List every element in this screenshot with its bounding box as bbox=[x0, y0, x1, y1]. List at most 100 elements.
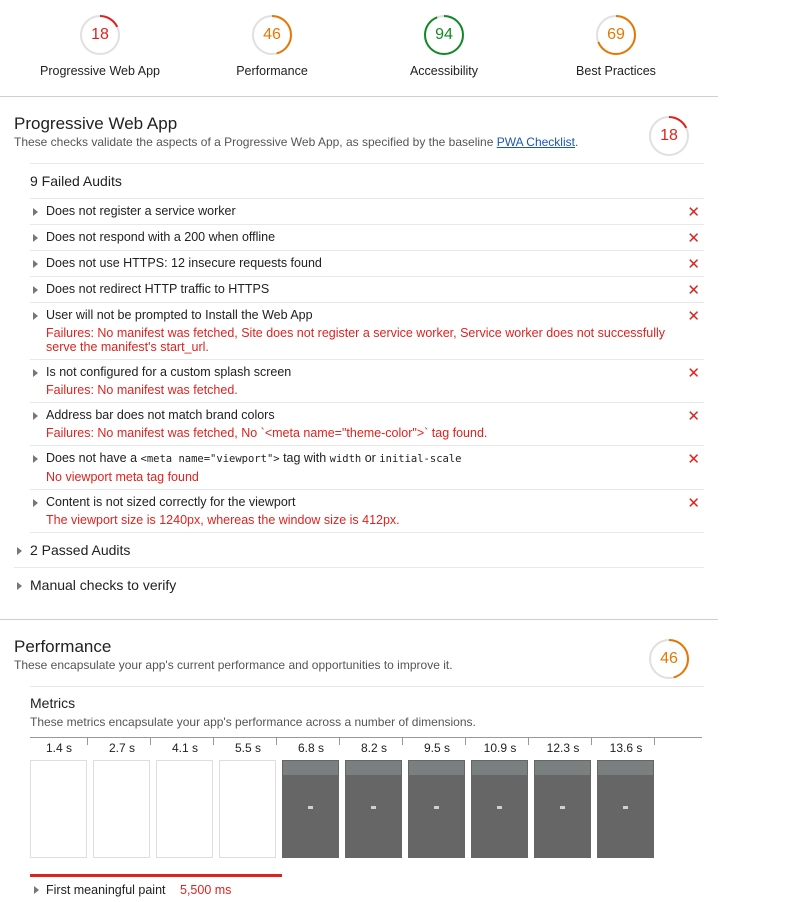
filmstrip-tick bbox=[150, 737, 151, 745]
pwa-category-score-value: 18 bbox=[660, 127, 678, 144]
audit-title-text: or bbox=[361, 451, 380, 465]
triangle-right-icon bbox=[33, 455, 38, 463]
audit-row[interactable]: Does not register a service worker ✕ bbox=[30, 199, 704, 225]
filmstrip-time-label: 13.6 s bbox=[609, 741, 643, 755]
audit-row[interactable]: Is not configured for a custom splash sc… bbox=[30, 360, 704, 403]
filmstrip-time-label: 12.3 s bbox=[546, 741, 580, 755]
lighthouse-report: 18 Progressive Web App 46 Performance 94 Acce… bbox=[0, 0, 718, 902]
audit-row[interactable]: Does not redirect HTTP traffic to HTTPS ✕ bbox=[30, 277, 704, 303]
score-summary-best-practices[interactable]: 69 Best Practices bbox=[530, 14, 702, 78]
metric-value: 5,500 ms bbox=[180, 883, 232, 897]
passed-audits-group[interactable]: 2 Passed Audits bbox=[14, 533, 704, 568]
filmstrip-time-label: 4.1 s bbox=[171, 741, 198, 755]
manual-checks-group[interactable]: Manual checks to verify bbox=[14, 568, 704, 603]
filmstrip-tick bbox=[654, 737, 655, 745]
filmstrip-frame bbox=[30, 760, 87, 858]
pwa-checklist-link[interactable]: PWA Checklist bbox=[497, 135, 575, 149]
triangle-right-icon bbox=[17, 547, 22, 555]
audit-row[interactable]: Address bar does not match brand colors F… bbox=[30, 403, 704, 446]
score-summary-accessibility[interactable]: 94 Accessibility bbox=[358, 14, 530, 78]
audit-row[interactable]: Content is not sized correctly for the v… bbox=[30, 490, 704, 533]
metric-row-first-meaningful-paint[interactable]: First meaningful paint 5,500 ms bbox=[30, 877, 654, 902]
audit-failure-detail: Failures: No manifest was fetched. bbox=[46, 383, 238, 397]
pwa-score-gauge: 18 bbox=[648, 115, 690, 157]
audit-row[interactable]: Does not have a <meta name="viewport"> t… bbox=[30, 446, 704, 490]
audit-title: Does not respond with a 200 when offline bbox=[46, 230, 276, 244]
fail-x-icon: ✕ bbox=[687, 256, 700, 273]
performance-description: These encapsulate your app's current per… bbox=[14, 658, 453, 672]
failed-audits-title[interactable]: 9 Failed Audits bbox=[30, 164, 704, 199]
filmstrip-tick bbox=[402, 737, 403, 745]
score-label: Accessibility bbox=[409, 64, 479, 78]
performance-category-score-value: 46 bbox=[660, 650, 678, 667]
triangle-right-icon bbox=[33, 286, 38, 294]
filmstrip-time-label: 6.8 s bbox=[297, 741, 324, 755]
pwa-header: Progressive Web App These checks validat… bbox=[14, 97, 704, 163]
audit-title-text: tag with bbox=[279, 451, 330, 465]
filmstrip-tick bbox=[276, 737, 277, 745]
audit-row[interactable]: Does not respond with a 200 when offline… bbox=[30, 225, 704, 251]
audit-title: User will not be prompted to Install the… bbox=[46, 308, 313, 322]
audit-title: Does not register a service worker bbox=[46, 204, 236, 218]
triangle-right-icon bbox=[33, 208, 38, 216]
filmstrip-frame bbox=[219, 760, 276, 858]
frame-spinner bbox=[308, 806, 313, 809]
filmstrip-frame bbox=[534, 760, 591, 858]
filmstrip-frame bbox=[345, 760, 402, 858]
filmstrip-tick bbox=[528, 737, 529, 745]
audit-list: Does not register a service worker ✕ Does … bbox=[30, 199, 704, 533]
fail-x-icon: ✕ bbox=[687, 408, 700, 425]
filmstrip-tick bbox=[339, 737, 340, 745]
pwa-description: These checks validate the aspects of a P… bbox=[14, 135, 578, 149]
audit-title-code: initial-scale bbox=[379, 453, 462, 465]
metrics-section: Metrics These metrics encapsulate your a… bbox=[30, 686, 704, 902]
filmstrip-frame bbox=[471, 760, 528, 858]
filmstrip-frame bbox=[93, 760, 150, 858]
fail-x-icon: ✕ bbox=[687, 204, 700, 221]
audit-title-code: width bbox=[329, 453, 362, 465]
audit-title: Does not redirect HTTP traffic to HTTPS bbox=[46, 282, 270, 296]
performance-title: Performance bbox=[14, 637, 112, 656]
audit-failure-detail: The viewport size is 1240px, whereas the… bbox=[46, 513, 400, 527]
progressive-web-app-gauge: 18 bbox=[79, 14, 121, 56]
pwa-category-gauge: 18 bbox=[648, 115, 690, 157]
scores-header: 18 Progressive Web App 46 Performance 94 Acce… bbox=[0, 0, 718, 97]
filmstrip-tick bbox=[213, 737, 214, 745]
filmstrip-tick bbox=[591, 737, 592, 745]
frame-spinner bbox=[371, 806, 376, 809]
audit-title-text: Does not have a bbox=[46, 451, 141, 465]
filmstrip-timeline bbox=[30, 737, 702, 738]
metric-name: First meaningful paint bbox=[46, 883, 166, 897]
fail-x-icon: ✕ bbox=[687, 230, 700, 247]
filmstrip-time-label: 9.5 s bbox=[423, 741, 450, 755]
pwa-title: Progressive Web App bbox=[14, 114, 178, 133]
failed-audits-group: 9 Failed Audits Does not register a serv… bbox=[30, 163, 704, 533]
accessibility-gauge: 94 bbox=[423, 14, 465, 56]
fail-x-icon: ✕ bbox=[687, 495, 700, 512]
fail-x-icon: ✕ bbox=[687, 451, 700, 468]
metrics-description: These metrics encapsulate your app's per… bbox=[30, 715, 476, 729]
passed-audits-title: 2 Passed Audits bbox=[30, 542, 131, 558]
audit-failure-detail: Failures: No manifest was fetched, No `<… bbox=[46, 426, 488, 440]
audit-title: Is not configured for a custom splash sc… bbox=[46, 365, 292, 379]
frame-spinner bbox=[497, 806, 502, 809]
score-label: Progressive Web App bbox=[40, 64, 160, 78]
frame-header-strip bbox=[409, 761, 464, 775]
fail-x-icon: ✕ bbox=[687, 282, 700, 299]
filmstrip-tick bbox=[87, 737, 88, 745]
frame-header-strip bbox=[598, 761, 653, 775]
filmstrip-time-label: 8.2 s bbox=[360, 741, 387, 755]
triangle-right-icon bbox=[33, 312, 38, 320]
score-summary-progressive-web-app[interactable]: 18 Progressive Web App bbox=[14, 14, 186, 78]
filmstrip-frame bbox=[597, 760, 654, 858]
audit-title: Does not use HTTPS: 12 insecure requests… bbox=[46, 256, 322, 270]
accessibility-score-value: 94 bbox=[435, 26, 453, 43]
score-summary-performance[interactable]: 46 Performance bbox=[186, 14, 358, 78]
frame-header-strip bbox=[535, 761, 590, 775]
audit-row[interactable]: Does not use HTTPS: 12 insecure requests… bbox=[30, 251, 704, 277]
filmstrip-frame bbox=[282, 760, 339, 858]
pwa-description-text: These checks validate the aspects of a P… bbox=[14, 135, 497, 149]
audit-row[interactable]: User will not be prompted to Install the… bbox=[30, 303, 704, 360]
audit-title-code: <meta name="viewport"> bbox=[140, 453, 280, 465]
triangle-right-icon bbox=[33, 412, 38, 420]
